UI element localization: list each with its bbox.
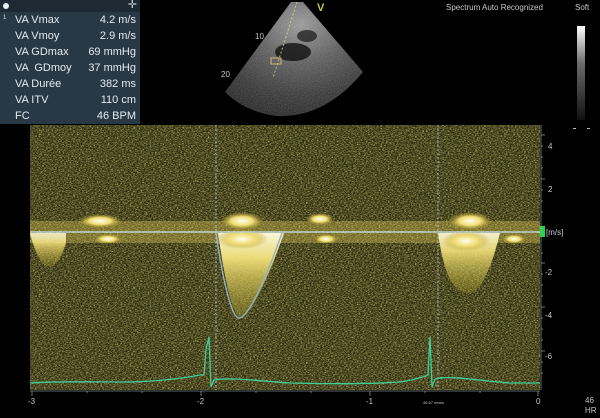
measurement-label: VA GDmax xyxy=(15,46,69,58)
measurement-panel: ✛ 1 VA Vmax 4.2 m/s VA Vmoy 2.9 m/s VA G… xyxy=(0,0,140,124)
depth-label: 10 xyxy=(255,32,264,41)
measurement-value: 69 mmHg xyxy=(88,46,136,58)
measurement-label: VA Vmoy xyxy=(15,30,60,42)
baseline-marker[interactable] xyxy=(540,226,545,237)
measurement-label: VA GDmoy xyxy=(15,62,72,74)
measurement-value: 37 mmHg xyxy=(88,62,136,74)
measurement-panel-header: ✛ xyxy=(0,0,140,12)
doppler-spectrum xyxy=(29,125,540,390)
measurement-row-itv: VA ITV 110 cm xyxy=(0,92,140,108)
measurement-row-fc: FC 46 BPM xyxy=(0,108,140,124)
grayscale-label: Soft xyxy=(575,3,590,12)
velocity-tick: -4 xyxy=(545,311,553,320)
velocity-tick: 4 xyxy=(548,142,553,151)
heart-rate-value: 46 xyxy=(585,396,594,405)
velocity-tick: -2 xyxy=(545,268,553,277)
velocity-tick: 2 xyxy=(548,185,553,194)
measurement-value: 382 ms xyxy=(99,78,136,90)
velocity-tick: -6 xyxy=(545,352,553,361)
heart-rate-label: HR xyxy=(585,406,597,415)
measurement-row-gdmax: VA GDmax 69 mmHg xyxy=(0,44,140,60)
velocity-scale xyxy=(540,125,570,390)
grayscale-tick xyxy=(573,128,576,129)
measurement-row-duree: VA Durée 382 ms xyxy=(0,76,140,92)
bullet-icon xyxy=(3,3,9,9)
move-handle-icon[interactable]: ✛ xyxy=(128,0,137,11)
measurement-label: FC xyxy=(15,110,30,122)
measurement-row-vmax: 1 VA Vmax 4.2 m/s xyxy=(0,12,140,28)
grayscale-bar xyxy=(577,26,585,120)
measurement-label: VA ITV xyxy=(15,94,49,106)
measurement-value: 110 cm xyxy=(100,94,136,106)
measurement-value: 4.2 m/s xyxy=(99,14,136,26)
measurement-index: 1 xyxy=(3,15,7,21)
time-tick: -1 xyxy=(366,397,374,406)
measurement-row-gdmoy: VA GDmoy 37 mmHg xyxy=(0,60,140,76)
measurement-label: VA Durée xyxy=(15,78,62,90)
measurement-row-vmoy: VA Vmoy 2.9 m/s xyxy=(0,28,140,44)
depth-label: 20 xyxy=(221,70,230,79)
status-text: Spectrum Auto Recognized xyxy=(446,3,543,12)
measurement-value: 46 BPM xyxy=(96,110,136,122)
ecg-sweep-label: 46.67 mm/s xyxy=(423,400,444,405)
cursor-label: V xyxy=(317,2,325,14)
time-tick: -2 xyxy=(197,397,205,406)
time-tick: -3 xyxy=(28,397,36,406)
sector-graphic xyxy=(225,1,363,117)
time-tick: 0 xyxy=(536,397,541,406)
spectrum-graphic xyxy=(29,125,540,390)
scale-ticks xyxy=(540,125,545,390)
measurement-label: VA Vmax xyxy=(15,14,60,26)
measurement-value: 2.9 m/s xyxy=(99,30,136,42)
time-axis xyxy=(30,390,540,396)
velocity-unit: [m/s] xyxy=(546,228,564,237)
grayscale-tick xyxy=(587,128,590,129)
echo-sector-image: V 10 20 xyxy=(215,0,365,120)
